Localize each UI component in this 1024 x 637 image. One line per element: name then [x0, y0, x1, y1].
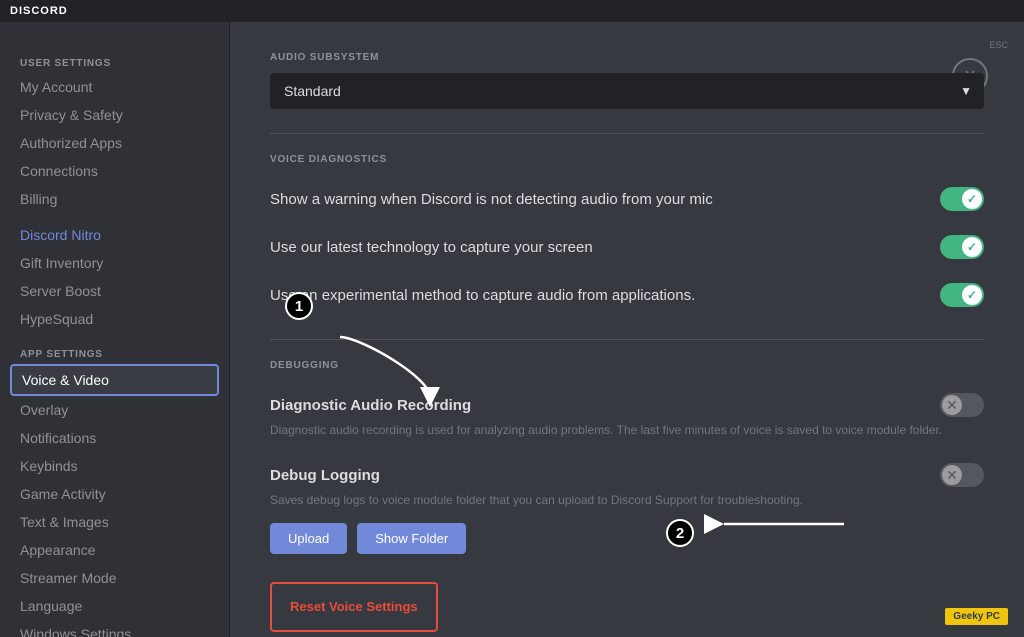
user-settings-section-label: USER SETTINGS: [10, 48, 219, 73]
sidebar-item-keybinds[interactable]: Keybinds: [10, 452, 219, 480]
debugging-label: DEBUGGING: [270, 360, 984, 371]
sidebar-item-gift-inventory[interactable]: Gift Inventory: [10, 249, 219, 277]
sidebar-item-windows-settings[interactable]: Windows Settings: [10, 620, 219, 637]
reset-section: Reset Voice Settings: [270, 582, 438, 632]
geeky-pc-badge: Geeky PC: [945, 608, 1008, 625]
divider-1: [270, 133, 984, 134]
toggle-latest-capture[interactable]: ✓: [940, 235, 984, 259]
debug-title-logging: Debug Logging ✕: [270, 463, 984, 487]
sidebar-item-discord-nitro[interactable]: Discord Nitro: [10, 221, 219, 249]
toggle-knob-disabled-1: ✕: [942, 395, 962, 415]
sidebar-item-authorized-apps[interactable]: Authorized Apps: [10, 129, 219, 157]
sidebar-item-appearance[interactable]: Appearance: [10, 536, 219, 564]
toggle-experimental-audio-label: Use an experimental method to capture au…: [270, 287, 940, 304]
sidebar-item-hypesquad[interactable]: HypeSquad: [10, 305, 219, 333]
upload-button[interactable]: Upload: [270, 523, 347, 554]
debug-row-diagnostic: Diagnostic Audio Recording ✕ Diagnostic …: [270, 381, 984, 451]
toggle-knob-2: ✓: [962, 237, 982, 257]
app-settings-section-label: APP SETTINGS: [10, 339, 219, 364]
titlebar: DISCORD: [0, 0, 1024, 22]
debug-button-row: Upload Show Folder: [270, 523, 984, 554]
toggle-warn-no-mic-label: Show a warning when Discord is not detec…: [270, 191, 940, 208]
toggle-check-icon-2: ✓: [967, 240, 977, 254]
content-area: ✕ ESC AUDIO SUBSYSTEM Standard Legacy ▼ …: [230, 22, 1024, 637]
annotation-bubble-1: 1: [285, 292, 313, 320]
toggle-diagnostic-audio[interactable]: ✕: [940, 393, 984, 417]
debug-diagnostic-desc: Diagnostic audio recording is used for a…: [270, 421, 984, 439]
debug-title-diagnostic: Diagnostic Audio Recording ✕: [270, 393, 984, 417]
sidebar: USER SETTINGS My Account Privacy & Safet…: [0, 22, 230, 637]
toggle-check-icon-3: ✓: [967, 288, 977, 302]
sidebar-item-text-images[interactable]: Text & Images: [10, 508, 219, 536]
toggle-check-icon: ✓: [967, 192, 977, 206]
app-logo: DISCORD: [10, 5, 68, 17]
audio-subsystem-select[interactable]: Standard Legacy: [270, 73, 984, 109]
main-layout: USER SETTINGS My Account Privacy & Safet…: [0, 22, 1024, 637]
x-icon-1: ✕: [946, 397, 958, 414]
sidebar-item-billing[interactable]: Billing: [10, 185, 219, 213]
toggle-row-warn-no-mic: Show a warning when Discord is not detec…: [270, 175, 984, 223]
toggle-warn-no-mic[interactable]: ✓: [940, 187, 984, 211]
sidebar-item-notifications[interactable]: Notifications: [10, 424, 219, 452]
divider-2: [270, 339, 984, 340]
debug-diagnostic-title-text: Diagnostic Audio Recording: [270, 397, 471, 414]
audio-subsystem-select-wrapper: Standard Legacy ▼: [270, 73, 984, 109]
sidebar-item-overlay[interactable]: Overlay: [10, 396, 219, 424]
annotation-bubble-2: 2: [666, 519, 694, 547]
reset-voice-settings-button[interactable]: Reset Voice Settings: [290, 599, 418, 614]
sidebar-item-game-activity[interactable]: Game Activity: [10, 480, 219, 508]
voice-diagnostics-label: VOICE DIAGNOSTICS: [270, 154, 984, 165]
sidebar-item-voice-video[interactable]: Voice & Video: [10, 364, 219, 396]
debug-logging-title-text: Debug Logging: [270, 467, 380, 484]
sidebar-item-connections[interactable]: Connections: [10, 157, 219, 185]
audio-subsystem-label: AUDIO SUBSYSTEM: [270, 52, 984, 63]
toggle-knob-3: ✓: [962, 285, 982, 305]
sidebar-item-language[interactable]: Language: [10, 592, 219, 620]
show-folder-button[interactable]: Show Folder: [357, 523, 466, 554]
debug-row-logging: Debug Logging ✕ Saves debug logs to voic…: [270, 451, 984, 566]
x-icon-2: ✕: [946, 467, 958, 484]
sidebar-item-server-boost[interactable]: Server Boost: [10, 277, 219, 305]
sidebar-item-my-account[interactable]: My Account: [10, 73, 219, 101]
toggle-knob-disabled-2: ✕: [942, 465, 962, 485]
toggle-latest-capture-label: Use our latest technology to capture you…: [270, 239, 940, 256]
close-label: ESC: [989, 40, 1008, 50]
close-area: ✕ ESC: [989, 38, 1008, 50]
debug-logging-desc: Saves debug logs to voice module folder …: [270, 491, 984, 509]
toggle-debug-logging[interactable]: ✕: [940, 463, 984, 487]
toggle-experimental-audio[interactable]: ✓: [940, 283, 984, 307]
toggle-knob: ✓: [962, 189, 982, 209]
toggle-row-latest-capture: Use our latest technology to capture you…: [270, 223, 984, 271]
sidebar-item-privacy-safety[interactable]: Privacy & Safety: [10, 101, 219, 129]
sidebar-item-streamer-mode[interactable]: Streamer Mode: [10, 564, 219, 592]
toggle-row-experimental-audio: Use an experimental method to capture au…: [270, 271, 984, 319]
